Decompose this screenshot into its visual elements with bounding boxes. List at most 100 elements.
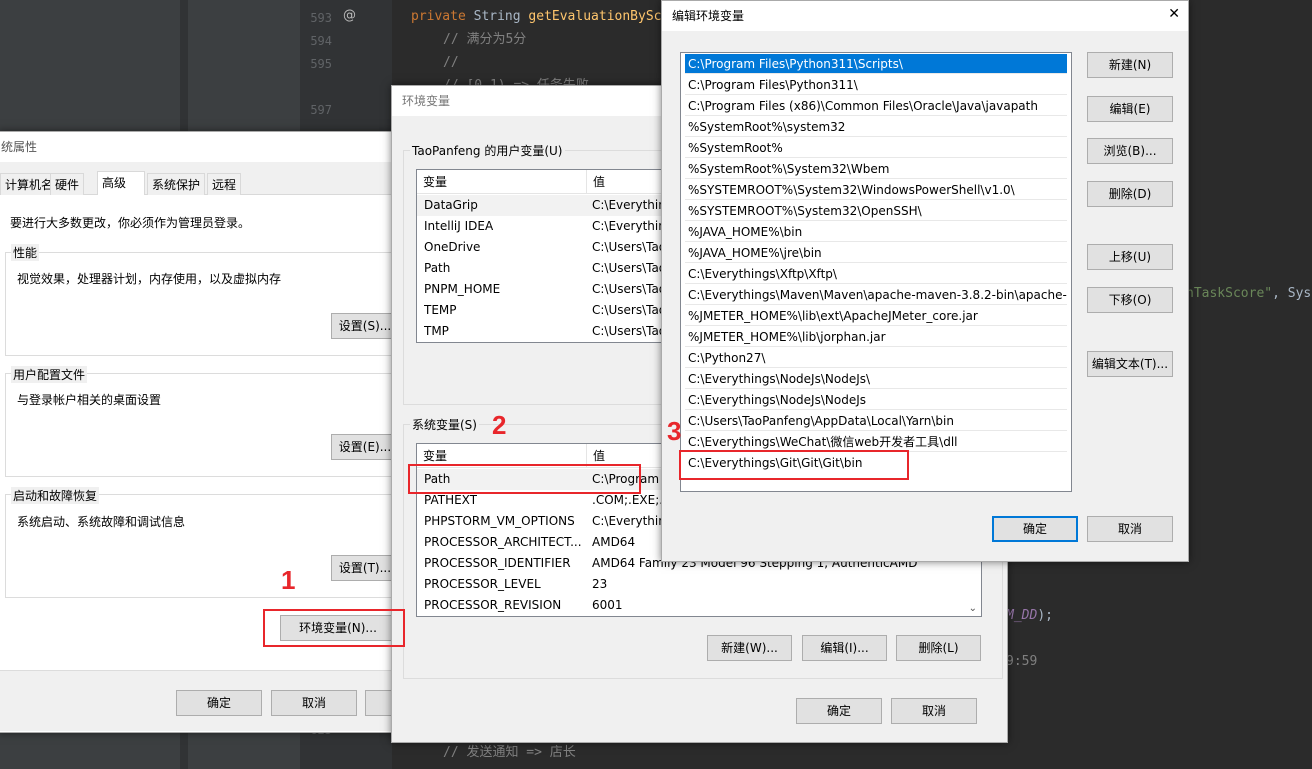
row-value: C:\Everything: [592, 219, 670, 233]
table-row[interactable]: IntelliJ IDEA C:\Everything: [417, 216, 669, 237]
ok-button[interactable]: 确定: [176, 690, 262, 716]
line-number: 597: [310, 103, 332, 117]
profile-settings-button[interactable]: 设置(E)...: [331, 434, 399, 460]
row-value: 23: [592, 577, 608, 591]
annotation-number-1: 1: [281, 565, 296, 595]
path-entries-list[interactable]: C:\Program Files\Python311\Scripts\ C:\P…: [680, 52, 1072, 492]
path-entry[interactable]: C:\Everythings\NodeJs\NodeJs\: [685, 369, 1067, 389]
code-text: );: [1037, 608, 1053, 623]
row-name: OneDrive: [424, 240, 481, 254]
code-fragment: M_DD);: [1006, 607, 1053, 625]
group-label: 系统变量(S): [410, 416, 479, 433]
row-value: AMD64: [592, 535, 636, 549]
path-entry[interactable]: %SYSTEMROOT%\System32\OpenSSH\: [685, 201, 1067, 221]
group-description: 系统启动、系统故障和调试信息: [17, 515, 186, 529]
path-entry[interactable]: C:\Users\TaoPanfeng\AppData\Local\Yarn\b…: [685, 411, 1067, 431]
delete-entry-button[interactable]: 删除(D): [1087, 181, 1173, 207]
row-value: 6001: [592, 598, 623, 612]
tab-system-protection[interactable]: 系统保护: [147, 173, 206, 195]
dialog-title: 编辑环境变量: [662, 1, 1188, 31]
code-method: getEvaluationBySc: [528, 9, 662, 24]
table-row[interactable]: TMP C:\Users\Tao: [417, 321, 669, 342]
move-down-button[interactable]: 下移(O): [1087, 287, 1173, 313]
path-entry[interactable]: C:\Everythings\Maven\Maven\apache-maven-…: [685, 285, 1067, 305]
line-number: 595: [310, 57, 332, 71]
performance-group: [5, 252, 400, 356]
cancel-button[interactable]: 取消: [271, 690, 357, 716]
path-entry[interactable]: C:\Everythings\Xftp\Xftp\: [685, 264, 1067, 284]
annotation-number-3: 3: [667, 416, 682, 446]
startup-recovery-group: [5, 494, 400, 598]
path-entry[interactable]: C:\Program Files (x86)\Common Files\Orac…: [685, 96, 1067, 116]
row-value: C:\Users\Tao: [592, 303, 667, 317]
edit-text-button[interactable]: 编辑文本(T)...: [1087, 351, 1173, 377]
edit-entry-button[interactable]: 编辑(E): [1087, 96, 1173, 122]
group-label: 性能: [11, 244, 40, 261]
group-label: TaoPanfeng 的用户变量(U): [410, 142, 565, 159]
line-number: 593: [310, 11, 332, 25]
table-row[interactable]: TEMP C:\Users\Tao: [417, 300, 669, 321]
column-header-variable[interactable]: 变量: [417, 170, 587, 194]
performance-settings-button[interactable]: 设置(S)...: [331, 313, 399, 339]
ok-button[interactable]: 确定: [796, 698, 882, 724]
cancel-button[interactable]: 取消: [891, 698, 977, 724]
group-label: 启动和故障恢复: [11, 487, 100, 504]
close-icon[interactable]: ✕: [1168, 6, 1180, 22]
code-fragment: nTaskScore", Sys: [1186, 285, 1311, 303]
move-up-button[interactable]: 上移(U): [1087, 244, 1173, 270]
startup-settings-button[interactable]: 设置(T)...: [331, 555, 399, 581]
code-string: nTaskScore": [1186, 286, 1273, 301]
ok-button[interactable]: 确定: [992, 516, 1078, 542]
table-row[interactable]: DataGrip C:\Everything: [417, 195, 669, 216]
code-keyword: private: [411, 9, 466, 24]
row-value: C:\Users\Tao: [592, 240, 667, 254]
table-row[interactable]: PROCESSOR_LEVEL 23: [417, 574, 981, 595]
new-entry-button[interactable]: 新建(N): [1087, 52, 1173, 78]
table-row[interactable]: OneDrive C:\Users\Tao: [417, 237, 669, 258]
cancel-button[interactable]: 取消: [1087, 516, 1173, 542]
tab-advanced[interactable]: 高级: [97, 171, 145, 195]
path-entry[interactable]: %SystemRoot%: [685, 138, 1067, 158]
path-entry[interactable]: %SystemRoot%\system32: [685, 117, 1067, 137]
path-entry[interactable]: C:\Everythings\WeChat\微信web开发者工具\dll: [685, 432, 1067, 452]
delete-system-variable-button[interactable]: 删除(L): [896, 635, 981, 661]
path-entry[interactable]: %SystemRoot%\System32\Wbem: [685, 159, 1067, 179]
row-name: PROCESSOR_REVISION: [424, 598, 562, 612]
line-number: 594: [310, 34, 332, 48]
browse-button[interactable]: 浏览(B)...: [1087, 138, 1173, 164]
code-comment: //: [443, 55, 459, 70]
annotation-box-3: [679, 450, 909, 480]
column-header-value[interactable]: 值: [587, 170, 669, 194]
path-entry[interactable]: C:\Program Files\Python311\: [685, 75, 1067, 95]
group-label: 用户配置文件: [11, 366, 88, 383]
path-entry[interactable]: %SYSTEMROOT%\System32\WindowsPowerShell\…: [685, 180, 1067, 200]
group-description: 与登录帐户相关的桌面设置: [17, 393, 162, 407]
row-name: PROCESSOR_IDENTIFIER: [424, 556, 571, 570]
tab-remote[interactable]: 远程: [207, 173, 242, 195]
code-comment: // 发送通知 => 店长: [443, 745, 576, 760]
path-entry-selected[interactable]: C:\Program Files\Python311\Scripts\: [685, 54, 1067, 74]
tab-hardware[interactable]: 硬件: [50, 173, 85, 195]
path-entry[interactable]: %JMETER_HOME%\lib\jorphan.jar: [685, 327, 1067, 347]
path-entry[interactable]: %JAVA_HOME%\bin: [685, 222, 1067, 242]
table-row[interactable]: PNPM_HOME C:\Users\Tao: [417, 279, 669, 300]
code-line-593: private String getEvaluationBySc: [411, 8, 661, 26]
annotation-number-2: 2: [492, 410, 507, 440]
user-profile-group: [5, 373, 400, 477]
override-marker-icon: @: [343, 8, 356, 23]
path-entry[interactable]: %JMETER_HOME%\lib\ext\ApacheJMeter_core.…: [685, 306, 1067, 326]
new-system-variable-button[interactable]: 新建(W)...: [707, 635, 792, 661]
table-row[interactable]: Path C:\Users\Tao: [417, 258, 669, 279]
table-row[interactable]: PROCESSOR_REVISION 6001: [417, 595, 981, 616]
path-entry[interactable]: C:\Everythings\NodeJs\NodeJs: [685, 390, 1067, 410]
edit-system-variable-button[interactable]: 编辑(I)...: [802, 635, 887, 661]
path-entry[interactable]: C:\Python27\: [685, 348, 1067, 368]
row-value: C:\Users\Tao: [592, 261, 667, 275]
scroll-down-icon[interactable]: ⌄: [969, 603, 977, 614]
row-name: IntelliJ IDEA: [424, 219, 494, 233]
code-comment: // 满分为5分: [443, 32, 527, 47]
path-entry[interactable]: %JAVA_HOME%\jre\bin: [685, 243, 1067, 263]
row-name: DataGrip: [424, 198, 478, 212]
user-variables-table[interactable]: 变量 值 DataGrip C:\Everything IntelliJ IDEA…: [416, 169, 670, 343]
code-fragment: 9:59: [1006, 654, 1038, 669]
